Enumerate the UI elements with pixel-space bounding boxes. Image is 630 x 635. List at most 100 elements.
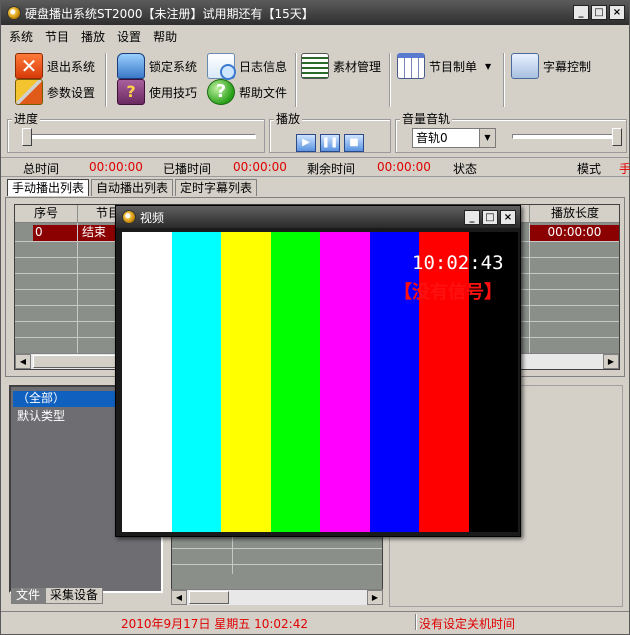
log-label: 日志信息 [239,59,288,74]
exit-icon: ✕ [15,53,43,79]
title-bar[interactable]: 硬盘播出系统ST2000【未注册】试用期还有【15天】 _ □ × [1,1,629,25]
help-book-icon: ? [117,79,145,105]
video-minimize-button[interactable]: _ [464,210,480,225]
tips-button[interactable]: ? 使用技巧 [117,79,197,105]
close-button[interactable]: × [609,5,625,20]
volume-slider-thumb[interactable] [612,128,622,146]
audio-label: 音量音轨 [400,112,453,126]
video-window[interactable]: 视频 _ □ × 10:02:43 【没有信号】 [115,205,521,537]
tab-subtitle-list[interactable]: 定时字幕列表 [175,179,258,196]
subtitle-button[interactable]: 字幕控制 [511,53,591,79]
chevron-right-icon[interactable]: ▶ [603,354,619,369]
color-bar [221,232,271,532]
menu-system[interactable]: 系统 [9,28,33,45]
tab-manual-playlist[interactable]: 手动播出列表 [7,179,90,196]
grid-divider [232,534,233,574]
menu-bar: 系统 节目 播放 设置 帮助 [1,25,629,47]
color-bar [468,232,518,532]
help-file-label: 帮助文件 [239,85,288,100]
remaining-time-value: 00:00:00 [377,160,431,174]
menu-help[interactable]: 帮助 [153,28,177,45]
chevron-down-icon[interactable]: ▼ [485,62,491,71]
total-time-label: 总时间 [23,162,60,176]
material-label: 素材管理 [333,59,382,74]
video-title: 视频 [140,210,165,225]
toolbar-separator [295,53,297,107]
play-button[interactable]: ▶ [296,134,316,152]
log-magnifier-icon [207,53,236,80]
grid-divider [77,223,78,353]
menu-settings[interactable]: 设置 [117,28,141,45]
menu-program[interactable]: 节目 [45,28,69,45]
lock-button[interactable]: 锁定系统 [117,53,197,79]
tools-icon [15,79,43,105]
played-time-label: 已播时间 [163,162,212,176]
program-button[interactable]: 节目制单 ▼ [397,53,491,79]
source-tabs: 文件 采集设备 [11,588,104,604]
help-question-icon: ? [207,79,235,105]
exit-button[interactable]: ✕ 退出系统 [15,53,95,79]
progress-slider-thumb[interactable] [22,128,32,146]
material-hscrollbar[interactable]: ◀ ▶ [171,589,383,605]
scrollbar-thumb[interactable] [189,591,229,604]
material-grid[interactable] [171,533,383,591]
program-label: 节目制单 [429,59,478,74]
tab-file[interactable]: 文件 [11,588,46,604]
color-bar [419,232,469,532]
chevron-left-icon[interactable]: ◀ [171,590,187,605]
toolbar: ✕ 退出系统 参数设置 锁定系统 ? 使用技巧 日志信息 ? 帮助文件 素材管理 [1,47,629,113]
column-header-seq[interactable]: 序号 [15,205,77,223]
help-file-button[interactable]: ? 帮助文件 [207,79,287,105]
log-button[interactable]: 日志信息 [207,53,288,80]
time-status-row: 总时间 00:00:00 已播时间 00:00:00 剩余时间 00:00:00… [1,157,630,177]
playlist-tabs: 手动播出列表 自动播出列表 定时字幕列表 [7,179,259,197]
minimize-button[interactable]: _ [573,5,589,20]
subtitle-icon [511,53,539,79]
subtitle-label: 字幕控制 [543,59,592,74]
video-clock: 10:02:43 [412,252,504,274]
app-disc-icon [122,210,136,224]
tab-auto-playlist[interactable]: 自动播出列表 [91,179,174,196]
color-bar [369,232,419,532]
maximize-button[interactable]: □ [591,5,607,20]
progress-group: 进度 [7,112,265,153]
lock-label: 锁定系统 [149,59,198,74]
video-title-bar[interactable]: 视频 _ □ × [116,206,520,228]
column-header-length[interactable]: 播放长度 [530,205,619,223]
status-divider [415,614,417,630]
playback-label: 播放 [274,112,303,126]
color-bar [270,232,320,532]
state-label: 状态 [453,162,478,176]
table-icon [397,53,425,79]
material-button[interactable]: 素材管理 [301,53,381,79]
no-signal-label: 【没有信号】 [394,282,502,303]
scrollbar-thumb[interactable] [33,355,123,368]
table-row-length[interactable]: 00:00:00 [530,225,619,241]
table-row-seq[interactable]: 0 [33,225,77,241]
chevron-left-icon[interactable]: ◀ [15,354,31,369]
chevron-right-icon[interactable]: ▶ [367,590,383,605]
params-button[interactable]: 参数设置 [15,79,95,105]
grid-divider [529,223,530,353]
grid-divider [172,548,382,549]
color-bar [122,232,172,532]
played-time-value: 00:00:00 [233,160,287,174]
progress-track[interactable] [22,134,256,139]
tips-label: 使用技巧 [149,85,198,100]
lock-icon [117,53,145,79]
status-datetime: 2010年9月17日 星期五 10:02:42 [121,617,308,631]
total-time-value: 00:00:00 [89,160,143,174]
stop-button[interactable]: ■ [344,134,364,152]
list-item[interactable]: 默认类型 [13,409,65,425]
volume-track[interactable] [512,134,622,139]
audio-track-select[interactable]: 音轨0 ▼ [412,128,496,148]
status-bar: 2010年9月17日 星期五 10:02:42 没有设定关机时间 [1,611,629,633]
video-maximize-button[interactable]: □ [482,210,498,225]
tab-capture-device[interactable]: 采集设备 [45,588,104,604]
pause-button[interactable]: ❚❚ [320,134,340,152]
color-bars [122,232,518,532]
video-close-button[interactable]: × [500,210,516,225]
chevron-down-icon[interactable]: ▼ [479,129,495,147]
main-window: 硬盘播出系统ST2000【未注册】试用期还有【15天】 _ □ × 系统 节目 … [0,0,630,635]
menu-playback[interactable]: 播放 [81,28,105,45]
